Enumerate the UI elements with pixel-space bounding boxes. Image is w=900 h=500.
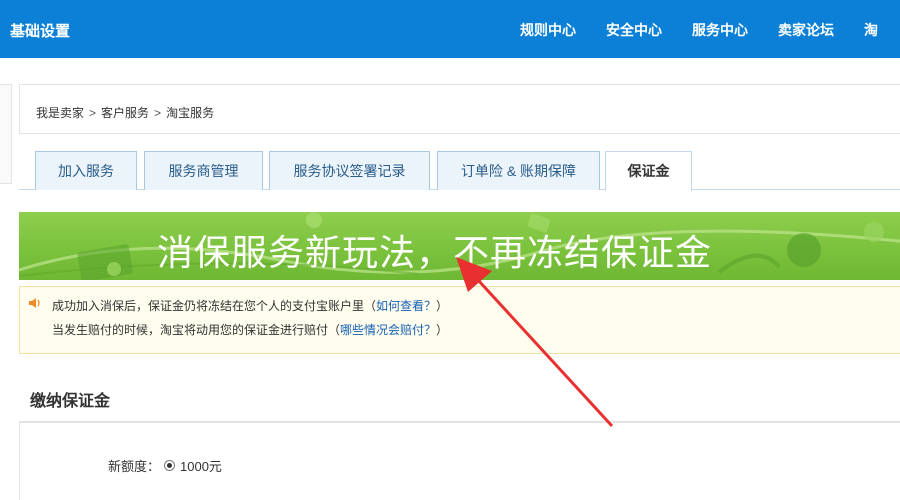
notice-line-2-end: ） xyxy=(436,323,449,337)
nav-item-rules[interactable]: 规则中心 xyxy=(520,20,576,40)
banner-headline: 消保服务新玩法，不再冻结保证金 xyxy=(157,232,713,273)
radio-selected-dot xyxy=(167,463,173,468)
top-nav: 规则中心 安全中心 服务中心 卖家论坛 淘 xyxy=(520,20,900,40)
breadcrumb-item-seller[interactable]: 我是卖家 xyxy=(36,106,84,120)
left-sidebar-edge xyxy=(0,84,12,184)
nav-item-service[interactable]: 服务中心 xyxy=(692,20,748,40)
compensation-cases-link[interactable]: 哪些情况会赔付？ xyxy=(340,323,436,337)
speaker-icon xyxy=(29,298,40,308)
notice-line-1-end: ） xyxy=(436,299,449,313)
tab-join-service[interactable]: 加入服务 xyxy=(35,151,137,190)
notice-line-2: 当发生赔付的时候，淘宝将动用您的保证金进行赔付（哪些情况会赔付？） xyxy=(52,321,448,338)
nav-item-security[interactable]: 安全中心 xyxy=(606,20,662,40)
notice-line-1: 成功加入消保后，保证金仍将冻结在您个人的支付宝账户里（如何查看？） xyxy=(52,297,448,314)
breadcrumb-separator: > xyxy=(89,106,97,120)
section-divider xyxy=(19,421,900,423)
breadcrumb-bar: 我是卖家 > 客户服务 > 淘宝服务 xyxy=(19,84,900,134)
tab-order-insurance[interactable]: 订单险 & 账期保障 xyxy=(437,151,600,190)
tab-bar: 加入服务 服务商管理 服务协议签署记录 订单险 & 账期保障 保证金 xyxy=(19,151,900,191)
promo-banner[interactable]: 消保服务新玩法，不再冻结保证金 xyxy=(19,212,900,280)
breadcrumb-item-taobao-service: 淘宝服务 xyxy=(166,106,215,120)
amount-radio[interactable] xyxy=(164,460,176,471)
notice-line-2-text: 当发生赔付的时候，淘宝将动用您的保证金进行赔付（ xyxy=(52,323,341,337)
how-to-view-link[interactable]: 如何查看？ xyxy=(376,299,436,313)
nav-item-taobao[interactable]: 淘 xyxy=(864,20,878,40)
page-title: 基础设置 xyxy=(10,23,71,40)
breadcrumb-separator: > xyxy=(154,106,162,120)
tab-agreement-records[interactable]: 服务协议签署记录 xyxy=(269,151,430,190)
deposit-amount-field: 新额度： 1000元 xyxy=(108,456,222,475)
field-label: 新额度： xyxy=(108,459,161,474)
breadcrumb-item-customer-service[interactable]: 客户服务 xyxy=(101,106,149,120)
top-navigation-bar: 基础设置 规则中心 安全中心 服务中心 卖家论坛 淘 xyxy=(0,0,900,58)
content-left-border xyxy=(19,421,20,500)
notice-line-1-text: 成功加入消保后，保证金仍将冻结在您个人的支付宝账户里（ xyxy=(52,299,377,313)
nav-item-forum[interactable]: 卖家论坛 xyxy=(778,20,834,40)
notice-box: 成功加入消保后，保证金仍将冻结在您个人的支付宝账户里（如何查看？） 当发生赔付的… xyxy=(19,286,900,354)
field-value: 1000元 xyxy=(180,459,222,474)
breadcrumb: 我是卖家 > 客户服务 > 淘宝服务 xyxy=(36,104,214,121)
tab-provider-management[interactable]: 服务商管理 xyxy=(144,151,263,190)
tab-deposit[interactable]: 保证金 xyxy=(605,151,692,191)
section-title: 缴纳保证金 xyxy=(30,393,111,410)
